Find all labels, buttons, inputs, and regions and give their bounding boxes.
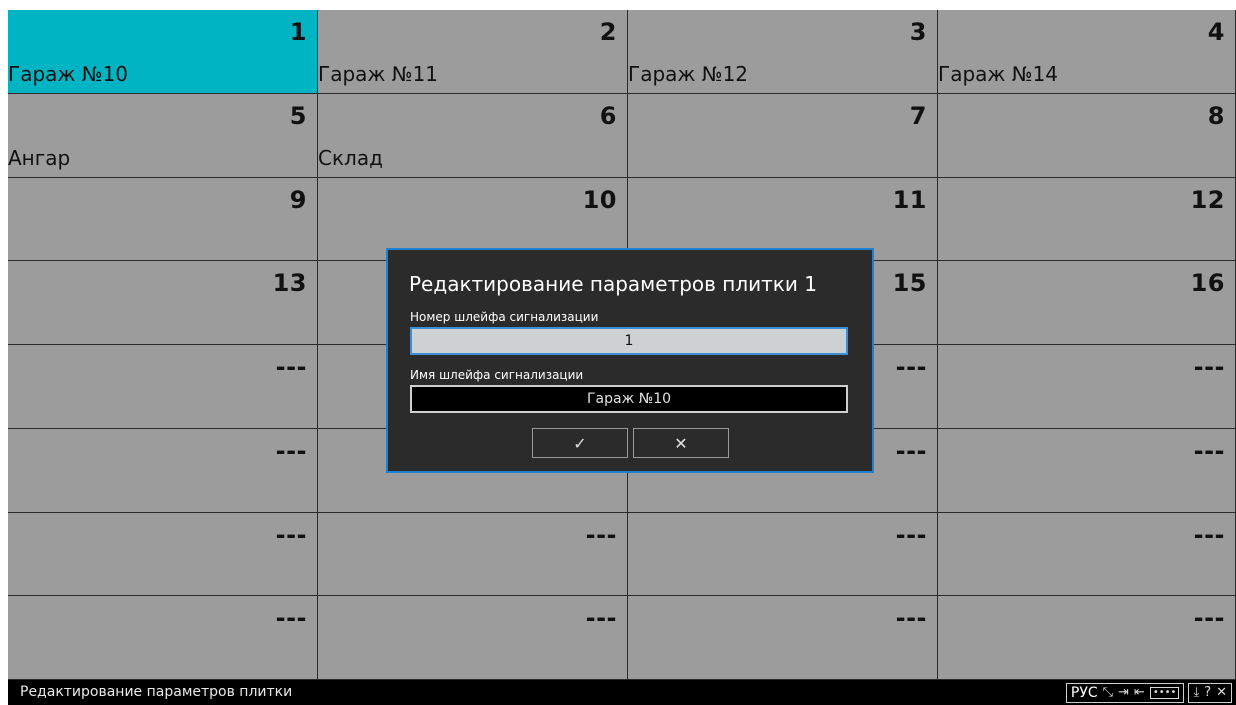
tile-number: ---: [275, 520, 307, 549]
tile-number: ---: [1193, 353, 1225, 381]
confirm-button[interactable]: ✓: [532, 428, 628, 458]
tile-17[interactable]: ---: [8, 345, 318, 429]
tile-26[interactable]: ---: [318, 512, 628, 597]
tile-25[interactable]: ---: [8, 512, 318, 597]
tile-number: ---: [1193, 520, 1225, 549]
tile-name: Гараж №11: [318, 62, 439, 86]
tile-name: Ангар: [8, 145, 71, 170]
tile-number: ---: [585, 520, 617, 549]
tile-number: ---: [275, 436, 307, 465]
tile-21[interactable]: ---: [8, 428, 318, 513]
tile-13[interactable]: 13: [8, 261, 318, 345]
tile-29[interactable]: ---: [8, 596, 318, 680]
tile-number: 13: [272, 269, 307, 298]
tile-number: 3: [909, 18, 927, 46]
tile-28[interactable]: ---: [938, 512, 1236, 597]
tile-1[interactable]: 1 Гараж №10: [8, 10, 318, 94]
edit-tile-dialog: Редактирование параметров плитки 1 Номер…: [386, 248, 874, 473]
tile-31[interactable]: ---: [628, 596, 938, 680]
dialog-title: Редактирование параметров плитки 1: [409, 272, 817, 296]
tile-27[interactable]: ---: [628, 512, 938, 597]
loop-name-label: Имя шлейфа сигнализации: [410, 368, 584, 382]
tile-5[interactable]: 5 Ангар: [8, 93, 318, 178]
system-tray: РУС ⤡ ⇥ ⇤ •••• ⤓ ? ✕: [1065, 680, 1236, 705]
tile-name: Склад: [318, 145, 383, 170]
download-icon[interactable]: ⤓: [1193, 686, 1199, 699]
tray-group-main: РУС ⤡ ⇥ ⇤ ••••: [1065, 682, 1185, 703]
cancel-button[interactable]: ✕: [633, 428, 729, 458]
loop-number-input[interactable]: [410, 327, 848, 355]
tile-number: 16: [1190, 269, 1225, 298]
tile-number: 15: [892, 269, 927, 298]
loop-name-input[interactable]: [410, 385, 848, 413]
tile-12[interactable]: 12: [938, 177, 1236, 262]
tile-24[interactable]: ---: [938, 428, 1236, 513]
tile-number: 1: [289, 18, 307, 46]
tile-number: ---: [585, 604, 617, 633]
tile-number: 10: [582, 185, 617, 214]
tile-number: ---: [1193, 436, 1225, 465]
tile-2[interactable]: 2 Гараж №11: [318, 10, 628, 94]
tile-6[interactable]: 6 Склад: [318, 93, 628, 178]
tile-number: 4: [1207, 18, 1225, 46]
close-icon: ✕: [674, 433, 688, 453]
tile-8[interactable]: 8: [938, 93, 1236, 178]
close-icon[interactable]: ✕: [1216, 686, 1227, 699]
tile-number: ---: [895, 436, 927, 465]
tile-name: Гараж №14: [938, 62, 1059, 86]
keyboard-dots-icon[interactable]: ••••: [1149, 686, 1180, 699]
tile-9[interactable]: 9: [8, 177, 318, 262]
tile-4[interactable]: 4 Гараж №14: [938, 10, 1236, 94]
tile-number: 7: [909, 101, 927, 130]
tile-32[interactable]: ---: [938, 596, 1236, 680]
tile-20[interactable]: ---: [938, 345, 1236, 429]
tile-3[interactable]: 3 Гараж №12: [628, 10, 938, 94]
help-icon[interactable]: ?: [1204, 686, 1211, 699]
tile-name: Гараж №12: [628, 62, 749, 86]
tile-number: 9: [289, 185, 307, 214]
tile-number: 6: [599, 101, 617, 130]
tile-number: 8: [1207, 101, 1225, 130]
tile-number: 12: [1190, 185, 1225, 214]
tile-number: ---: [895, 604, 927, 633]
status-bar: Редактирование параметров плитки РУС ⤡ ⇥…: [8, 680, 1236, 705]
tile-number: ---: [275, 604, 307, 633]
language-indicator[interactable]: РУС: [1071, 685, 1098, 701]
tile-30[interactable]: ---: [318, 596, 628, 680]
tile-7[interactable]: 7: [628, 93, 938, 178]
tile-number: ---: [895, 353, 927, 381]
tile-16[interactable]: 16: [938, 261, 1236, 345]
status-text: Редактирование параметров плитки: [20, 684, 293, 700]
pen-arrows-icon[interactable]: ⤡: [1103, 686, 1113, 699]
tile-number: 11: [892, 185, 927, 214]
tile-name: Гараж №10: [8, 62, 129, 86]
tile-number: ---: [895, 520, 927, 549]
tray-group-extra: ⤓ ? ✕: [1188, 682, 1232, 703]
loop-number-label: Номер шлейфа сигнализации: [410, 310, 599, 324]
tile-number: ---: [275, 353, 307, 381]
sign-in-icon[interactable]: ⇥: [1118, 686, 1129, 699]
tile-number: ---: [1193, 604, 1225, 633]
check-icon: ✓: [573, 433, 587, 453]
tile-number: 5: [289, 101, 307, 130]
sign-out-icon[interactable]: ⇤: [1134, 686, 1145, 699]
tile-number: 2: [599, 18, 617, 46]
